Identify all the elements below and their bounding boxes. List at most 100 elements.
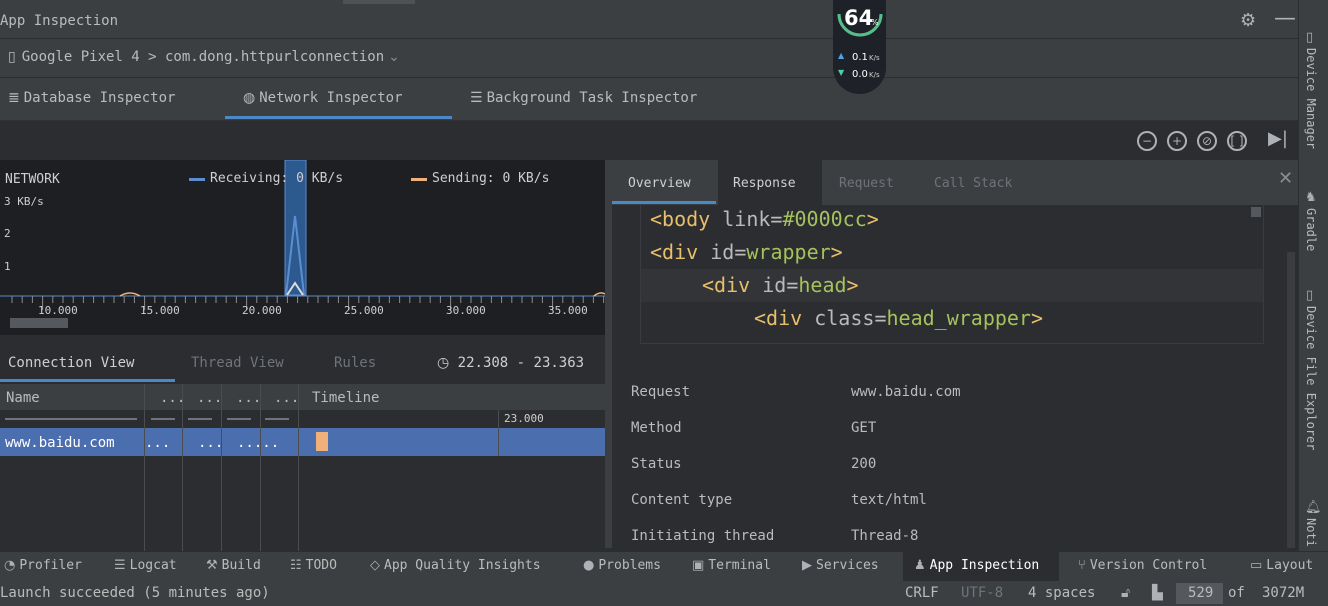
ruler-bar — [227, 418, 251, 420]
range-value: 22.308 - 23.363 — [457, 355, 585, 371]
indent-setting[interactable]: 4 spaces — [1028, 585, 1095, 601]
services-icon: ▶ — [802, 558, 812, 573]
zoom-to-selection-icon[interactable]: [ ] — [1227, 131, 1247, 151]
overview-label: Method — [631, 420, 682, 436]
file-encoding[interactable]: UTF-8 — [961, 585, 1003, 601]
rail-notifications[interactable]: Notifications — [1304, 518, 1318, 548]
todo-icon: ☷ — [290, 558, 302, 573]
graph-scrollbar[interactable] — [10, 318, 68, 328]
timeline-ruler: 23.000 — [0, 410, 605, 428]
overview-label: Content type — [631, 492, 733, 508]
minimize-icon[interactable]: — — [1274, 6, 1296, 31]
tool-label: Terminal — [708, 558, 771, 573]
network-graph-svg — [0, 160, 605, 310]
code-token: <div — [650, 240, 711, 264]
status-bar: Launch succeeded (5 minutes ago) CRLF UT… — [0, 581, 1328, 606]
rail-device-manager[interactable]: Device Manager — [1304, 48, 1318, 149]
code-token: = — [770, 207, 783, 231]
gear-icon[interactable]: ⚙ — [1240, 10, 1256, 31]
active-tab-underline — [225, 116, 452, 119]
tool-label: Version Control — [1089, 558, 1208, 573]
unlock-icon[interactable]: 🔓︎ — [1121, 585, 1130, 601]
rail-gradle[interactable]: Gradle — [1304, 208, 1318, 251]
column-divider[interactable] — [182, 384, 183, 551]
android-icon: ♟ — [914, 558, 926, 573]
code-line-3: <div id=head> — [702, 273, 859, 297]
column-divider — [498, 410, 499, 456]
tab-call-stack[interactable]: Call Stack — [934, 176, 1012, 191]
tool-logcat[interactable]: ☰ Logcat — [114, 558, 177, 573]
code-line-2: <div id=wrapper> — [650, 240, 843, 264]
pane-splitter[interactable] — [605, 160, 612, 548]
device-path: Google Pixel 4 > com.dong.httpurlconnect… — [21, 49, 385, 65]
col-status[interactable]: ... — [236, 390, 261, 406]
tool-services[interactable]: ▶ Services — [802, 558, 879, 573]
column-divider[interactable] — [144, 384, 145, 551]
column-divider[interactable] — [260, 384, 261, 551]
response-code-view[interactable]: <body link=#0000cc> <div id=wrapper> <di… — [640, 205, 1264, 344]
device-selector[interactable]: ▯ Google Pixel 4 > com.dong.httpurlconnec… — [8, 49, 400, 65]
code-token: = — [874, 306, 887, 330]
col-timeline[interactable]: Timeline — [312, 390, 379, 406]
y-tick-label: 3 KB/s — [4, 195, 44, 208]
tab-label: Database Inspector — [23, 90, 176, 106]
tab-response[interactable]: Response — [733, 176, 796, 191]
tab-connection-view[interactable]: Connection View — [8, 355, 134, 371]
network-toolbar — [0, 121, 1298, 160]
col-type[interactable]: ... — [197, 390, 222, 406]
row-cell: ... — [145, 435, 171, 451]
tool-todo[interactable]: ☷ TODO — [290, 558, 337, 573]
code-token: > — [846, 273, 859, 297]
tool-problems[interactable]: ● Problems — [583, 558, 661, 573]
device-selector-bar: ▯ Google Pixel 4 > com.dong.httpurlconnec… — [0, 39, 1298, 77]
col-time[interactable]: ... — [274, 390, 299, 406]
hammer-icon: ⚒ — [206, 558, 218, 573]
code-token: wrapper — [746, 240, 831, 264]
tab-network-inspector[interactable]: ◍ Network Inspector — [243, 90, 403, 106]
zoom-out-icon[interactable]: − — [1137, 131, 1157, 151]
column-divider[interactable] — [298, 384, 299, 551]
col-name[interactable]: Name — [6, 390, 40, 406]
download-arrow-icon: ▼ — [838, 68, 845, 77]
receiving-legend-swatch — [189, 178, 205, 181]
tab-background-task-inspector[interactable]: ☰ Background Task Inspector — [470, 90, 697, 106]
code-token: id — [762, 273, 787, 297]
tab-request[interactable]: Request — [839, 176, 894, 191]
database-icon: ≣ — [8, 90, 20, 106]
timeline-bar — [316, 432, 328, 451]
elephant-icon: ♞ — [1305, 190, 1317, 205]
go-live-icon[interactable]: ▶| — [1268, 128, 1288, 149]
status-message[interactable]: Launch succeeded (5 minutes ago) — [0, 585, 270, 601]
tool-build[interactable]: ⚒ Build — [206, 558, 261, 573]
tab-rules[interactable]: Rules — [334, 355, 376, 371]
rail-device-file-explorer[interactable]: Device File Explorer — [1304, 306, 1318, 451]
readonly-icon[interactable]: ▙ — [1152, 585, 1163, 601]
tool-app-inspection[interactable]: ♟ App Inspection — [914, 558, 1039, 573]
line-ending[interactable]: CRLF — [905, 585, 939, 601]
tool-app-quality-insights[interactable]: ◇ App Quality Insights — [370, 558, 541, 573]
active-tab-underline — [612, 201, 716, 204]
reset-zoom-icon[interactable]: ⊘ — [1197, 131, 1217, 151]
inspector-tabs: ≣ Database Inspector ◍ Network Inspector ☰… — [0, 78, 1298, 121]
tab-overview[interactable]: Overview — [628, 176, 691, 191]
code-scroll-thumb[interactable] — [1251, 207, 1261, 217]
row-cell: ..... — [237, 435, 280, 451]
tool-window-header: App Inspection ⚙ — — [0, 4, 1298, 39]
detail-scrollbar[interactable] — [1287, 252, 1295, 548]
tool-version-control[interactable]: ⑂ Version Control — [1078, 558, 1207, 573]
column-divider[interactable] — [221, 384, 222, 551]
memory-used[interactable]: 529 — [1188, 585, 1213, 601]
table-row[interactable]: www.baidu.com ... ... ..... — [0, 428, 605, 456]
network-graph[interactable]: NETWORK Receiving: 0 KB/s Sending: 0 KB/… — [0, 160, 605, 335]
tool-profiler[interactable]: ◔ Profiler — [4, 558, 82, 573]
close-icon[interactable]: ✕ — [1278, 168, 1293, 189]
tool-label: App Quality Insights — [384, 558, 541, 573]
tool-terminal[interactable]: ▣ Terminal — [692, 558, 771, 573]
zoom-in-icon[interactable]: + — [1167, 131, 1187, 151]
active-tab-underline — [0, 379, 175, 382]
tab-thread-view[interactable]: Thread View — [191, 355, 284, 371]
tab-database-inspector[interactable]: ≣ Database Inspector — [8, 90, 175, 106]
profiler-icon: ◔ — [4, 558, 16, 573]
problems-icon: ● — [583, 558, 595, 573]
tool-layout[interactable]: ▭ Layout — [1250, 558, 1313, 573]
